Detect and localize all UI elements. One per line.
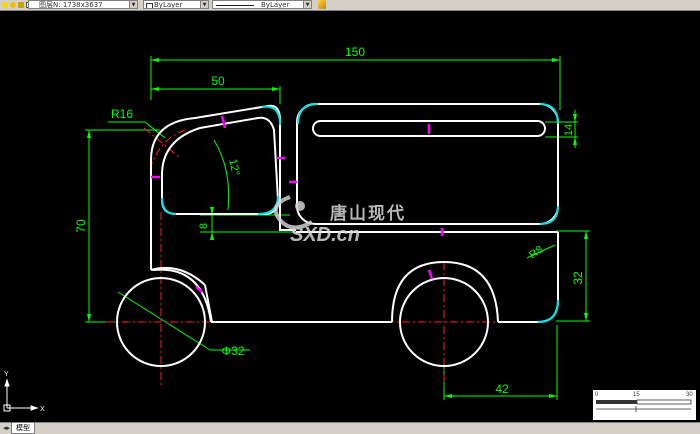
watermark: 唐山现代 SXD.cn bbox=[273, 195, 406, 246]
dim-corner-radius: R16 bbox=[111, 107, 133, 121]
layout-tab-bar: ◂▸ 模型 bbox=[0, 422, 700, 434]
dim-slot-height: 14 bbox=[563, 124, 575, 136]
scale-bar: 0 15 30 bbox=[593, 390, 696, 420]
bulb-icon[interactable] bbox=[2, 2, 8, 8]
sun-icon[interactable] bbox=[10, 2, 16, 8]
chevron-down-icon[interactable]: ▼ bbox=[303, 1, 311, 8]
scale-label-mid: 15 bbox=[633, 392, 640, 398]
dim-overall-width: 150 bbox=[345, 45, 365, 59]
dim-body-height: 70 bbox=[74, 219, 88, 233]
plot-style-icon[interactable] bbox=[318, 0, 326, 9]
cad-drawing: 150 50 R16 12° 14 70 8 R8 32 Φ32 42 唐山现代… bbox=[3, 45, 696, 420]
color-combo-value: ByLayer bbox=[154, 1, 183, 9]
tab-nav-arrows-icon[interactable]: ◂▸ bbox=[3, 424, 10, 432]
linetype-combo[interactable]: ByLayer ▼ bbox=[212, 0, 312, 9]
watermark-brand-cn: 唐山现代 bbox=[330, 203, 406, 224]
dim-cab-width: 50 bbox=[211, 74, 225, 88]
linetype-combo-value: ByLayer bbox=[261, 1, 290, 9]
chevron-down-icon[interactable]: ▼ bbox=[200, 1, 208, 8]
dim-gap: 8 bbox=[198, 223, 210, 229]
drawing-canvas[interactable]: 150 50 R16 12° 14 70 8 R8 32 Φ32 42 唐山现代… bbox=[0, 10, 700, 422]
centerlines bbox=[106, 127, 498, 386]
watermark-brand-en: SXD.cn bbox=[290, 224, 360, 246]
chevron-down-icon[interactable]: ▼ bbox=[129, 1, 137, 8]
color-swatch-icon bbox=[146, 3, 153, 8]
dim-rear-height: 32 bbox=[571, 271, 585, 285]
dim-cab-angle: 12° bbox=[226, 158, 241, 177]
scale-label-end: 30 bbox=[686, 392, 693, 398]
watermark-logo-icon bbox=[273, 195, 314, 230]
dim-wheel-diameter: Φ32 bbox=[222, 344, 245, 358]
layer-combo-value: 图层N: 1738x3637 bbox=[39, 1, 103, 9]
ucs-x-label: X bbox=[40, 406, 45, 413]
dim-rear-radius: R8 bbox=[527, 244, 545, 262]
color-combo[interactable]: ByLayer ▼ bbox=[143, 0, 209, 9]
linetype-preview-icon bbox=[216, 5, 254, 6]
lock-icon[interactable] bbox=[18, 2, 24, 8]
ucs-icon bbox=[3, 378, 39, 412]
dim-rear-wheel-offset: 42 bbox=[495, 382, 509, 396]
ucs-y-label: Y bbox=[4, 371, 9, 378]
tab-model[interactable]: 模型 bbox=[11, 423, 35, 434]
layer-combo[interactable]: 图层N: 1738x3637 ▼ bbox=[28, 0, 138, 9]
